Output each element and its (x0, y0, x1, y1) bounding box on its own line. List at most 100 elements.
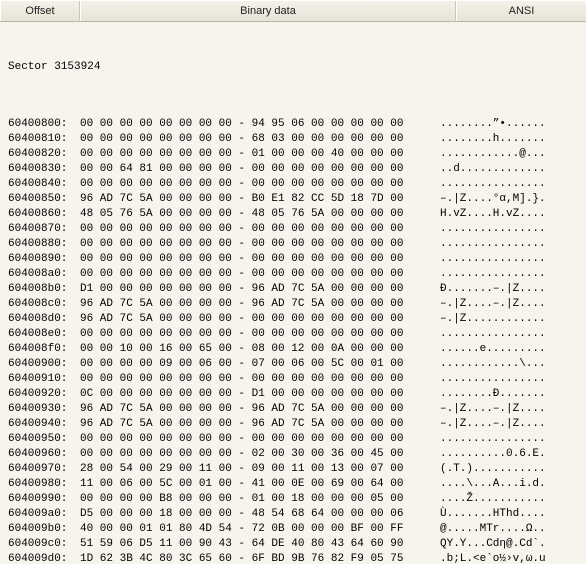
hex-cell: 00 00 00 00 00 00 00 00 - 00 00 00 00 00… (80, 267, 440, 282)
ascii-cell: ................ (440, 177, 586, 192)
ascii-cell: ................ (440, 327, 586, 342)
ascii-cell: .b;L.<e`o½›v,ω.u (440, 552, 586, 564)
offset-cell: 60400830: (8, 162, 80, 177)
offset-cell: 60400900: (8, 357, 80, 372)
sector-label: Sector 3153924 (0, 60, 586, 75)
hex-row: 60400820:00 00 00 00 00 00 00 00 - 01 00… (0, 147, 586, 162)
hex-cell: 00 00 00 00 00 00 00 00 - 00 00 00 00 00… (80, 432, 440, 447)
offset-cell: 60400860: (8, 207, 80, 222)
hex-row: 60400830:00 00 64 81 00 00 00 00 - 00 00… (0, 162, 586, 177)
hex-cell: 96 AD 7C 5A 00 00 00 00 - 96 AD 7C 5A 00… (80, 417, 440, 432)
column-header-row: Offset Binary data ANSI (0, 0, 586, 22)
hex-row: 604008f0:00 00 10 00 16 00 65 00 - 08 00… (0, 342, 586, 357)
hex-row: 60400940:96 AD 7C 5A 00 00 00 00 - 96 AD… (0, 417, 586, 432)
column-header-offset[interactable]: Offset (0, 1, 80, 21)
hex-row: 60400860:48 05 76 5A 00 00 00 00 - 48 05… (0, 207, 586, 222)
hex-row: 604008a0:00 00 00 00 00 00 00 00 - 00 00… (0, 267, 586, 282)
ascii-cell: QY.Y...Cdη@.Cd`. (440, 537, 586, 552)
hex-row: 604009a0:D5 00 00 00 18 00 00 00 - 48 54… (0, 507, 586, 522)
offset-cell: 60400970: (8, 462, 80, 477)
ascii-cell: H.vZ....H.vZ.... (440, 207, 586, 222)
hex-cell: 00 00 10 00 16 00 65 00 - 08 00 12 00 0A… (80, 342, 440, 357)
hex-cell: 48 05 76 5A 00 00 00 00 - 48 05 76 5A 00… (80, 207, 440, 222)
hex-cell: 00 00 00 00 09 00 06 00 - 07 00 06 00 5C… (80, 357, 440, 372)
hex-cell: 00 00 00 00 00 00 00 00 - 00 00 00 00 00… (80, 222, 440, 237)
hex-row: 60400800:00 00 00 00 00 00 00 00 - 94 95… (0, 117, 586, 132)
offset-cell: 604009b0: (8, 522, 80, 537)
hex-row: 60400840:00 00 00 00 00 00 00 00 - 00 00… (0, 177, 586, 192)
hex-row: 60400980:11 00 06 00 5C 00 01 00 - 41 00… (0, 477, 586, 492)
hex-row: 604008d0:96 AD 7C 5A 00 00 00 00 - 00 00… (0, 312, 586, 327)
hex-row: 604008c0:96 AD 7C 5A 00 00 00 00 - 96 AD… (0, 297, 586, 312)
ascii-cell: ................ (440, 222, 586, 237)
hex-cell: 00 00 00 00 00 00 00 00 - 00 00 00 00 00… (80, 252, 440, 267)
hex-cell: 00 00 00 00 00 00 00 00 - 00 00 00 00 00… (80, 177, 440, 192)
offset-cell: 60400930: (8, 402, 80, 417)
hex-cell: 28 00 54 00 29 00 11 00 - 09 00 11 00 13… (80, 462, 440, 477)
hex-cell: 00 00 00 00 00 00 00 00 - 02 00 30 00 36… (80, 447, 440, 462)
hex-row: 604008e0:00 00 00 00 00 00 00 00 - 00 00… (0, 327, 586, 342)
offset-cell: 60400870: (8, 222, 80, 237)
offset-cell: 604009c0: (8, 537, 80, 552)
offset-cell: 60400990: (8, 492, 80, 507)
offset-cell: 60400800: (8, 117, 80, 132)
ascii-cell: ............@... (440, 147, 586, 162)
offset-cell: 60400950: (8, 432, 80, 447)
ascii-cell: –.|Z............ (440, 312, 586, 327)
hex-cell: 00 00 00 00 B8 00 00 00 - 01 00 18 00 00… (80, 492, 440, 507)
hex-row: 60400970:28 00 54 00 29 00 11 00 - 09 00… (0, 462, 586, 477)
hex-row: 60400900:00 00 00 00 09 00 06 00 - 07 00… (0, 357, 586, 372)
ascii-cell: ........Ð....... (440, 387, 586, 402)
offset-cell: 60400920: (8, 387, 80, 402)
ascii-cell: ......e......... (440, 342, 586, 357)
ascii-cell: –.|Z....°α,M].}. (440, 192, 586, 207)
offset-cell: 60400890: (8, 252, 80, 267)
offset-cell: 60400910: (8, 372, 80, 387)
ascii-cell: Ù.......HThd.... (440, 507, 586, 522)
ascii-cell: ........h....... (440, 132, 586, 147)
hex-cell: 96 AD 7C 5A 00 00 00 00 - 96 AD 7C 5A 00… (80, 402, 440, 417)
column-header-ansi[interactable]: ANSI (456, 1, 586, 21)
ascii-cell: –.|Z....–.|Z.... (440, 297, 586, 312)
ascii-cell: ................ (440, 372, 586, 387)
hex-cell: 51 59 06 D5 11 00 90 43 - 64 DE 40 80 43… (80, 537, 440, 552)
ascii-cell: @.....MTr....Ω.. (440, 522, 586, 537)
offset-cell: 60400810: (8, 132, 80, 147)
ascii-cell: –.|Z....–.|Z.... (440, 402, 586, 417)
hex-rows: 60400800:00 00 00 00 00 00 00 00 - 94 95… (0, 117, 586, 564)
hex-cell: 96 AD 7C 5A 00 00 00 00 - 00 00 00 00 00… (80, 312, 440, 327)
hex-row: 60400920:0C 00 00 00 00 00 00 00 - D1 00… (0, 387, 586, 402)
hex-cell: 1D 62 3B 4C 80 3C 65 60 - 6F BD 9B 76 82… (80, 552, 440, 564)
hex-row: 60400880:00 00 00 00 00 00 00 00 - 00 00… (0, 237, 586, 252)
hex-row: 60400990:00 00 00 00 B8 00 00 00 - 01 00… (0, 492, 586, 507)
hex-cell: 40 00 00 01 01 80 4D 54 - 72 0B 00 00 00… (80, 522, 440, 537)
hex-row: 604009c0:51 59 06 D5 11 00 90 43 - 64 DE… (0, 537, 586, 552)
ascii-cell: ................ (440, 252, 586, 267)
offset-cell: 60400850: (8, 192, 80, 207)
offset-cell: 604008f0: (8, 342, 80, 357)
ascii-cell: ....Ž........... (440, 492, 586, 507)
ascii-cell: (.T.)........... (440, 462, 586, 477)
ascii-cell: ................ (440, 267, 586, 282)
hex-cell: 00 00 00 00 00 00 00 00 - 00 00 00 00 00… (80, 327, 440, 342)
offset-cell: 60400940: (8, 417, 80, 432)
hex-dump-body: Sector 3153924 60400800:00 00 00 00 00 0… (0, 22, 586, 564)
hex-cell: 00 00 00 00 00 00 00 00 - 00 00 00 00 00… (80, 372, 440, 387)
hex-cell: D1 00 00 00 00 00 00 00 - 96 AD 7C 5A 00… (80, 282, 440, 297)
hex-cell: 11 00 06 00 5C 00 01 00 - 41 00 0E 00 69… (80, 477, 440, 492)
offset-cell: 60400980: (8, 477, 80, 492)
offset-cell: 60400880: (8, 237, 80, 252)
offset-cell: 604008a0: (8, 267, 80, 282)
hex-row: 60400810:00 00 00 00 00 00 00 00 - 68 03… (0, 132, 586, 147)
hex-row: 604009d0:1D 62 3B 4C 80 3C 65 60 - 6F BD… (0, 552, 586, 564)
hex-cell: 0C 00 00 00 00 00 00 00 - D1 00 00 00 00… (80, 387, 440, 402)
offset-cell: 604008b0: (8, 282, 80, 297)
hex-cell: D5 00 00 00 18 00 00 00 - 48 54 68 64 00… (80, 507, 440, 522)
ascii-cell: ..........0.6.E. (440, 447, 586, 462)
offset-cell: 604008d0: (8, 312, 80, 327)
ascii-cell: ........”•...... (440, 117, 586, 132)
column-header-binary[interactable]: Binary data (80, 1, 456, 21)
offset-cell: 604009d0: (8, 552, 80, 564)
ascii-cell: ............\... (440, 357, 586, 372)
hex-row: 60400910:00 00 00 00 00 00 00 00 - 00 00… (0, 372, 586, 387)
